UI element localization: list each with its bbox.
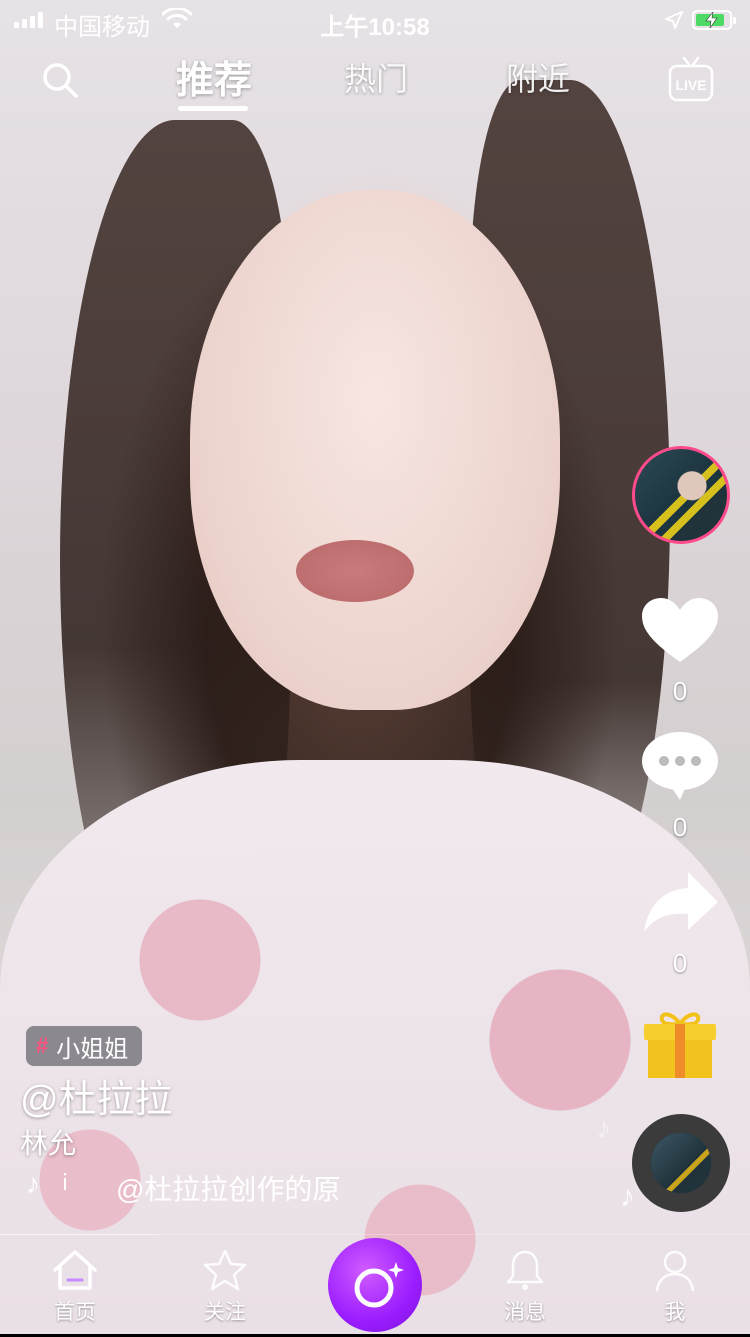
live-icon[interactable]: LIVE bbox=[668, 56, 714, 106]
feed-tabs: 推荐 热门 附近 bbox=[0, 52, 750, 122]
tab-bar-active-line bbox=[0, 1234, 158, 1235]
status-bar: 中国移动 上午10:58 bbox=[0, 0, 750, 41]
live-label: LIVE bbox=[675, 77, 706, 93]
person-icon bbox=[655, 1250, 695, 1292]
nav-home[interactable]: 首页 bbox=[30, 1248, 120, 1328]
comment-icon[interactable] bbox=[640, 730, 720, 802]
music-marquee[interactable]: ♪ ⅰ @杜拉拉创作的原 bbox=[26, 1166, 366, 1206]
home-icon bbox=[53, 1250, 97, 1290]
clock: 上午10:58 bbox=[320, 14, 430, 41]
author-name[interactable]: @杜拉拉 bbox=[20, 1068, 173, 1123]
video-description: 林允 bbox=[20, 1128, 77, 1159]
gift-icon[interactable] bbox=[642, 1010, 718, 1080]
nav-me[interactable]: 我 bbox=[630, 1248, 720, 1328]
charging-bolt-icon bbox=[705, 11, 718, 29]
video-content-lips bbox=[296, 540, 414, 602]
tab-active-indicator bbox=[178, 106, 248, 111]
create-button[interactable] bbox=[328, 1238, 422, 1332]
music-disc-cover bbox=[651, 1133, 711, 1193]
hashtag-label: 小姐姐 bbox=[56, 1035, 129, 1063]
share-count: 0 bbox=[672, 948, 688, 978]
location-arrow-icon bbox=[665, 11, 683, 29]
music-marquee-prefix: ⅰ bbox=[62, 1170, 69, 1195]
bell-icon bbox=[506, 1250, 544, 1290]
create-icon bbox=[354, 1262, 404, 1308]
like-count: 0 bbox=[672, 676, 688, 706]
comment-count: 0 bbox=[672, 812, 688, 842]
hashtag-chip[interactable]: # 小姐姐 bbox=[26, 1026, 143, 1066]
share-icon[interactable] bbox=[640, 868, 720, 940]
music-note-icon: ♪ bbox=[620, 1180, 635, 1213]
music-note-icon: ♪ bbox=[596, 1112, 611, 1145]
tab-hot[interactable]: 热门 bbox=[344, 54, 408, 100]
heart-icon[interactable] bbox=[640, 596, 720, 668]
nav-me-label: 我 bbox=[664, 1301, 686, 1324]
nav-home-label: 首页 bbox=[54, 1301, 96, 1324]
music-note-icon: ♪ bbox=[26, 1168, 40, 1199]
nav-messages-label: 消息 bbox=[504, 1301, 546, 1324]
hashtag-icon: # bbox=[36, 1033, 49, 1058]
nav-follow[interactable]: 关注 bbox=[180, 1248, 270, 1328]
star-icon bbox=[203, 1249, 247, 1291]
music-title: @杜拉拉创作的原 bbox=[116, 1174, 341, 1205]
nav-messages[interactable]: 消息 bbox=[480, 1248, 570, 1328]
author-avatar[interactable] bbox=[632, 446, 730, 544]
tab-recommended[interactable]: 推荐 bbox=[176, 49, 252, 104]
tab-nearby[interactable]: 附近 bbox=[506, 54, 570, 100]
video-content-face bbox=[190, 190, 560, 710]
nav-follow-label: 关注 bbox=[204, 1301, 246, 1324]
tab-bar-divider bbox=[158, 1234, 750, 1235]
